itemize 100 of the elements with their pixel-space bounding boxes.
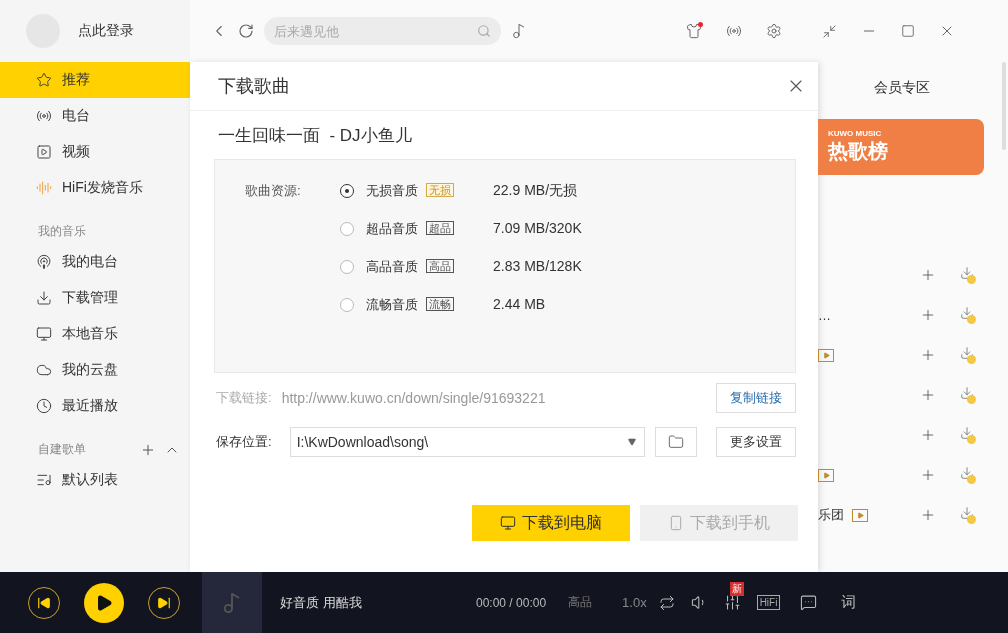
- sidebar-item[interactable]: 本地音乐: [0, 316, 190, 352]
- download-url: http://www.kuwo.cn/down/single/91693221: [281, 390, 547, 406]
- sidebar-item[interactable]: HiFi发烧音乐: [0, 170, 190, 206]
- sidebar-item[interactable]: 视频: [0, 134, 190, 170]
- quality-option[interactable]: 高品音质 高品: [340, 258, 493, 296]
- sidebar-item[interactable]: 电台: [0, 98, 190, 134]
- radio-button[interactable]: [340, 222, 354, 236]
- hifi-button[interactable]: HiFi: [756, 595, 781, 610]
- folder-button[interactable]: [655, 427, 697, 457]
- music-note-icon[interactable]: [511, 23, 527, 39]
- copy-link-button[interactable]: 复制链接: [716, 383, 796, 413]
- sidebar-item[interactable]: 我的云盘: [0, 352, 190, 388]
- sidebar-item[interactable]: 最近播放: [0, 388, 190, 424]
- play-icon: [95, 593, 113, 612]
- radio-icon: [36, 108, 52, 124]
- search-field[interactable]: 后来遇见他: [264, 17, 501, 45]
- settings-icon[interactable]: [766, 23, 782, 39]
- mv-icon[interactable]: [818, 468, 834, 482]
- quality-option[interactable]: 无损音质 无损: [340, 182, 493, 220]
- login-link[interactable]: 点此登录: [78, 22, 134, 40]
- add-icon[interactable]: [920, 307, 936, 323]
- phone-icon: [668, 515, 684, 531]
- dialog-title: 下载歌曲: [218, 75, 290, 98]
- comment-icon[interactable]: [800, 594, 818, 611]
- previous-icon: [37, 595, 51, 610]
- quality-badge: 无损: [426, 183, 454, 197]
- quality-badge: 高品: [426, 259, 454, 273]
- podcast-icon: [36, 254, 52, 270]
- tab-label[interactable]: 会员专区: [874, 79, 1008, 97]
- lyrics-button[interactable]: 词: [841, 593, 857, 612]
- search-icon[interactable]: [477, 24, 491, 38]
- now-playing: 好音质 用酷我: [280, 593, 363, 612]
- download-icon: [36, 290, 52, 306]
- equalizer-icon[interactable]: [723, 594, 741, 611]
- play-time: 00:00 / 00:00: [476, 595, 547, 610]
- more-settings-button[interactable]: 更多设置: [716, 427, 796, 457]
- add-icon[interactable]: [920, 387, 936, 403]
- download-icon[interactable]: [960, 266, 976, 284]
- quality-badge: 超品: [426, 221, 454, 235]
- save-path-select[interactable]: I:\KwDownload\song\: [289, 427, 645, 457]
- refresh-icon[interactable]: [238, 23, 254, 39]
- play-button[interactable]: [84, 582, 124, 623]
- new-badge: 新: [729, 582, 744, 596]
- add-icon[interactable]: [920, 347, 936, 363]
- download-icon[interactable]: [960, 466, 976, 484]
- download-icon[interactable]: [960, 506, 976, 524]
- skin-icon[interactable]: [686, 23, 702, 39]
- section-title: 我的音乐: [38, 223, 87, 240]
- dropdown-caret-icon: [628, 438, 636, 446]
- mv-icon[interactable]: [818, 348, 834, 362]
- song-name: 乐团: [818, 506, 844, 524]
- add-icon[interactable]: [140, 442, 156, 458]
- field-label: 歌曲资源:: [245, 182, 302, 200]
- banner-title: 热歌榜: [828, 139, 889, 164]
- clock-icon: [36, 398, 52, 414]
- file-size: 2.44 MB: [493, 296, 547, 314]
- download-icon[interactable]: [960, 426, 976, 444]
- repeat-icon[interactable]: [658, 594, 675, 611]
- video-icon: [36, 144, 52, 160]
- star-icon: [36, 72, 52, 88]
- add-icon[interactable]: [920, 467, 936, 483]
- radio-icon[interactable]: [726, 23, 742, 39]
- speed-control[interactable]: 1.0x: [622, 595, 647, 610]
- monitor-icon: [500, 515, 516, 531]
- cloud-icon: [36, 362, 52, 378]
- radio-button[interactable]: [340, 298, 354, 312]
- download-button[interactable]: 下载到电脑: [472, 505, 630, 541]
- file-size: 2.83 MB/128K: [493, 258, 583, 276]
- add-icon[interactable]: [920, 427, 936, 443]
- brand-text: KUWO MUSIC: [828, 129, 883, 138]
- song-title: 一生回味一面 - DJ小鱼儿: [218, 125, 413, 147]
- radio-button[interactable]: [340, 260, 354, 274]
- quality-option[interactable]: 流畅音质 流畅: [340, 296, 493, 334]
- song-name: …: [818, 307, 831, 323]
- add-icon[interactable]: [920, 267, 936, 283]
- album-cover[interactable]: [202, 572, 262, 633]
- sidebar-item[interactable]: 下载管理: [0, 280, 190, 316]
- field-label: 下载链接:: [216, 389, 272, 407]
- quality-option[interactable]: 超品音质 超品: [340, 220, 493, 258]
- file-size: 7.09 MB/320K: [493, 220, 583, 238]
- folder-icon: [668, 434, 684, 450]
- download-icon[interactable]: [960, 306, 976, 324]
- quality-selector[interactable]: 高品: [568, 594, 593, 611]
- sidebar-item[interactable]: 默认列表: [0, 462, 190, 498]
- sidebar-item[interactable]: 推荐: [0, 62, 190, 98]
- file-size: 22.9 MB/无损: [493, 182, 579, 200]
- monitor-icon: [36, 326, 52, 342]
- sidebar-item[interactable]: 我的电台: [0, 244, 190, 280]
- mini-mode-icon[interactable]: [822, 23, 837, 39]
- mv-icon[interactable]: [852, 508, 868, 522]
- sound-wave-icon: [36, 180, 52, 196]
- field-label: 保存位置:: [216, 433, 272, 451]
- music-list-icon: [36, 472, 52, 488]
- download-icon[interactable]: [960, 386, 976, 404]
- section-title: 自建歌单: [38, 441, 87, 458]
- radio-button[interactable]: [340, 184, 354, 198]
- next-icon: [157, 595, 171, 610]
- maximize-icon[interactable]: [901, 24, 915, 38]
- download-icon[interactable]: [960, 346, 976, 364]
- add-icon[interactable]: [920, 507, 936, 523]
